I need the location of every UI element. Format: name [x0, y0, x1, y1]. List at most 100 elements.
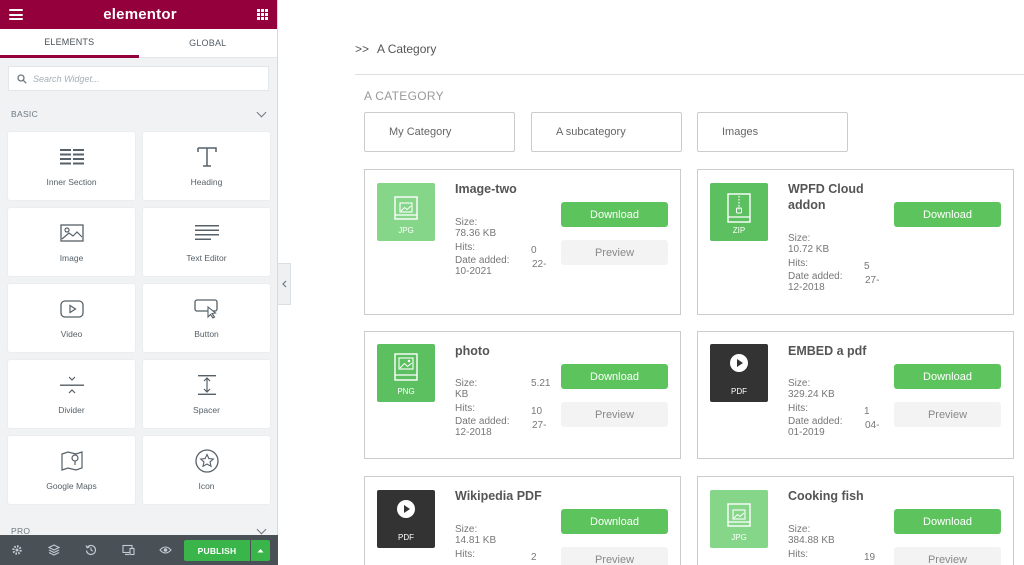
- section-basic[interactable]: BASIC: [0, 103, 277, 125]
- download-button[interactable]: Download: [561, 202, 668, 227]
- widget-label: Text Editor: [186, 253, 227, 263]
- hits-label: Hits:: [788, 258, 808, 269]
- breadcrumb: >> A Category: [355, 42, 436, 56]
- size-value-part2: KB: [455, 389, 469, 400]
- file-ext-label: PNG: [397, 387, 415, 396]
- jpg-file-icon[interactable]: JPG: [710, 490, 768, 548]
- publish-options-button[interactable]: [251, 540, 270, 561]
- widget-image[interactable]: Image: [8, 208, 135, 276]
- file-card-wpfd-cloud-addon: ZIP WPFD Cloud addon Size: 10.72 KB Hits…: [697, 169, 1014, 315]
- size-value: 78.36 KB: [455, 228, 497, 239]
- elementor-logo: elementor: [103, 6, 177, 23]
- file-meta: Size: 78.36 KB Hits: 0 Date added: 22- 1…: [455, 217, 555, 277]
- preview-button[interactable]: Preview: [561, 240, 668, 265]
- size-label: Size:: [455, 217, 478, 228]
- widget-label: Button: [194, 329, 219, 339]
- star-icon: [194, 449, 219, 473]
- date-value-part1: 22-: [532, 259, 547, 270]
- widget-label: Icon: [198, 481, 215, 491]
- widget-google-maps[interactable]: Google Maps: [8, 436, 135, 504]
- widget-spacer[interactable]: Spacer: [143, 360, 270, 428]
- file-name[interactable]: photo: [455, 343, 555, 359]
- date-value-part1: 27-: [865, 275, 880, 286]
- png-file-icon[interactable]: PNG: [377, 344, 435, 402]
- widget-text-editor[interactable]: Text Editor: [143, 208, 270, 276]
- divider-icon: [59, 373, 84, 397]
- publish-button[interactable]: PUBLISH: [184, 540, 250, 561]
- history-icon[interactable]: [83, 542, 99, 558]
- file-card-image-two: JPG Image-two Size: 78.36 KB Hits: 0 Dat…: [364, 169, 681, 315]
- date-value-part1: 27-: [532, 420, 547, 431]
- download-button[interactable]: Download: [894, 509, 1001, 534]
- size-value: 384.88 KB: [788, 535, 835, 546]
- file-card-embed-a-pdf: PDF EMBED a pdf Size: 329.24 KB Hits: 1 …: [697, 331, 1014, 459]
- file-name[interactable]: WPFD Cloud addon: [788, 181, 888, 213]
- pdf-file-icon[interactable]: PDF: [710, 344, 768, 402]
- preview-eye-icon[interactable]: [157, 542, 173, 558]
- pdf-file-icon[interactable]: PDF: [377, 490, 435, 548]
- chevron-down-icon: [256, 107, 267, 118]
- file-meta: Size: 14.81 KB Hits: 2: [455, 524, 555, 563]
- hits-label: Hits:: [455, 242, 475, 253]
- size-value: 10.72 KB: [788, 244, 830, 255]
- file-meta: Size: 384.88 KB Hits: 19: [788, 524, 888, 563]
- preview-button[interactable]: Preview: [894, 402, 1001, 427]
- download-button[interactable]: Download: [561, 509, 668, 534]
- hits-value: 19: [864, 552, 876, 563]
- size-label: Size:: [788, 378, 811, 389]
- menu-icon[interactable]: [9, 9, 23, 20]
- file-name[interactable]: Wikipedia PDF: [455, 488, 555, 504]
- preview-button[interactable]: Preview: [561, 402, 668, 427]
- jpg-file-icon[interactable]: JPG: [377, 183, 435, 241]
- preview-button[interactable]: Preview: [561, 547, 668, 565]
- widget-heading[interactable]: Heading: [143, 132, 270, 200]
- navigator-layers-icon[interactable]: [46, 542, 62, 558]
- download-button[interactable]: Download: [561, 364, 668, 389]
- preview-canvas: >> A Category A CATEGORY My Category A su…: [291, 0, 1024, 565]
- date-value-part1: 04-: [865, 420, 880, 431]
- preview-button[interactable]: Preview: [894, 547, 1001, 565]
- widget-inner-section[interactable]: Inner Section: [8, 132, 135, 200]
- breadcrumb-current[interactable]: A Category: [377, 42, 436, 56]
- widget-label: Image: [59, 253, 84, 263]
- panel-footer: PUBLISH: [0, 535, 278, 565]
- panel-tabs: ELEMENTS GLOBAL: [0, 29, 277, 58]
- button-icon: [193, 297, 220, 321]
- settings-icon[interactable]: [9, 542, 25, 558]
- file-name[interactable]: Image-two: [455, 181, 555, 197]
- caret-up-icon: [257, 549, 264, 553]
- hits-value: 0: [531, 245, 537, 256]
- file-name[interactable]: EMBED a pdf: [788, 343, 888, 359]
- panel-collapse-toggle[interactable]: [278, 263, 291, 305]
- responsive-mode-icon[interactable]: [120, 542, 136, 558]
- category-title: A CATEGORY: [364, 89, 444, 103]
- widget-label: Divider: [58, 405, 85, 415]
- video-icon: [59, 297, 84, 321]
- size-value: 329.24 KB: [788, 389, 835, 400]
- download-button[interactable]: Download: [894, 202, 1001, 227]
- widget-divider[interactable]: Divider: [8, 360, 135, 428]
- widget-button[interactable]: Button: [143, 284, 270, 352]
- size-value-part1: 5.21: [531, 378, 551, 389]
- file-name[interactable]: Cooking fish: [788, 488, 888, 504]
- map-icon: [60, 449, 84, 473]
- file-meta: Size: 329.24 KB Hits: 1 Date added: 04- …: [788, 378, 888, 438]
- tab-global[interactable]: GLOBAL: [138, 29, 277, 58]
- widget-video[interactable]: Video: [8, 284, 135, 352]
- category-my-category[interactable]: My Category: [364, 112, 515, 152]
- search-widget-input[interactable]: [33, 73, 253, 84]
- category-images[interactable]: Images: [697, 112, 848, 152]
- widget-icon[interactable]: Icon: [143, 436, 270, 504]
- category-a-subcategory[interactable]: A subcategory: [531, 112, 682, 152]
- zip-file-icon[interactable]: ZIP: [710, 183, 768, 241]
- panel-header: elementor: [0, 0, 277, 29]
- search-icon: [17, 73, 27, 84]
- size-label: Size:: [455, 524, 478, 535]
- file-ext-label: JPG: [731, 533, 747, 542]
- widget-label: Google Maps: [46, 481, 97, 491]
- apps-grid-icon[interactable]: [257, 9, 268, 20]
- file-ext-label: ZIP: [732, 226, 746, 235]
- download-button[interactable]: Download: [894, 364, 1001, 389]
- tab-elements[interactable]: ELEMENTS: [0, 29, 139, 58]
- size-label: Size:: [788, 524, 811, 535]
